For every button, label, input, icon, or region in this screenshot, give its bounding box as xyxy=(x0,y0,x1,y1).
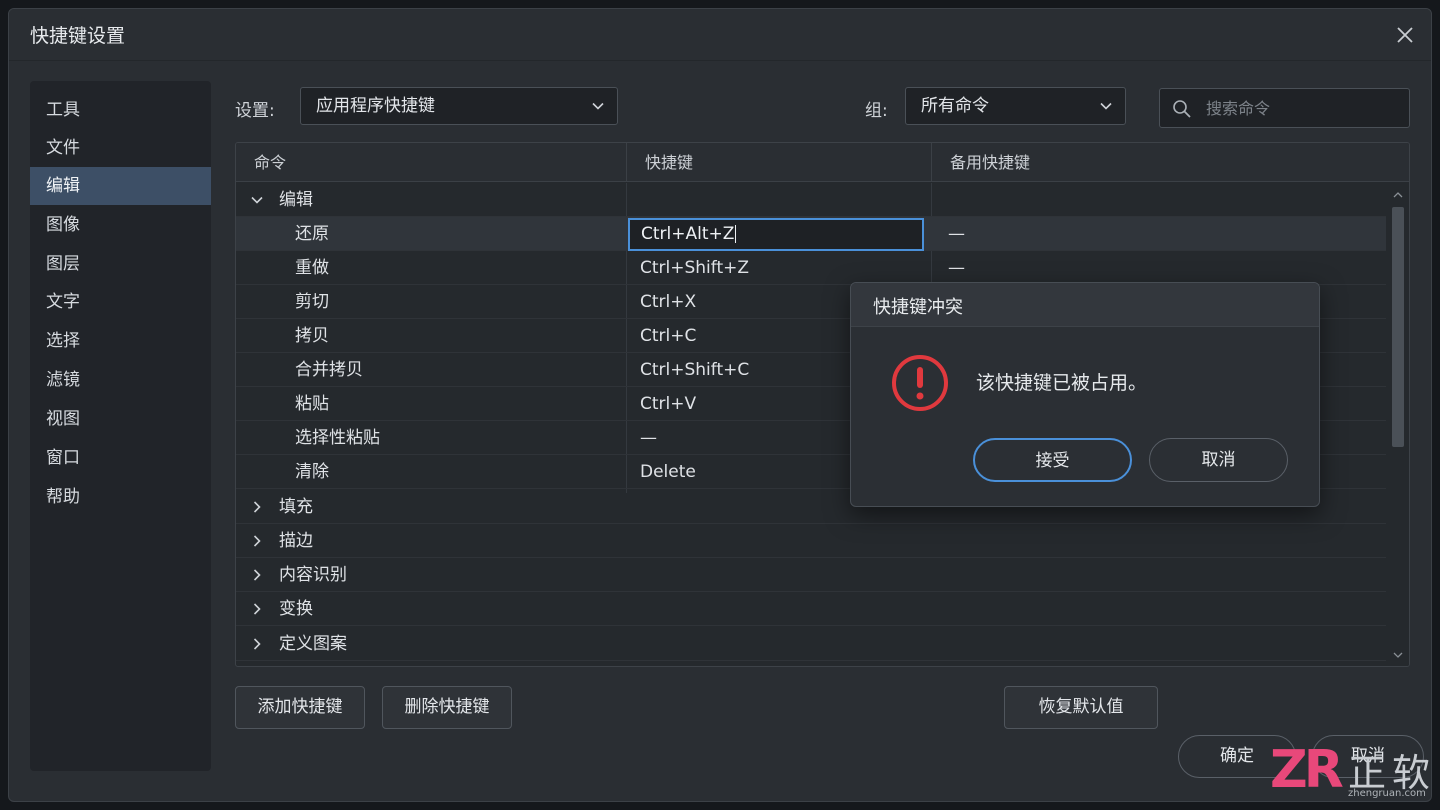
sidebar-item-filter[interactable]: 滤镜 xyxy=(30,361,211,399)
sidebar-item-tools[interactable]: 工具 xyxy=(30,91,211,129)
sidebar-item-view[interactable]: 视图 xyxy=(30,400,211,438)
command-name: 拷贝 xyxy=(295,326,329,346)
settings-dropdown-value: 应用程序快捷键 xyxy=(316,96,435,116)
search-input[interactable] xyxy=(1206,95,1396,121)
table-row[interactable]: 重做 Ctrl+Shift+Z — xyxy=(236,251,1386,285)
chevron-down-icon[interactable] xyxy=(250,193,264,207)
vertical-scrollbar[interactable] xyxy=(1386,183,1409,666)
group-label: 内容识别 xyxy=(279,565,347,585)
sidebar-item-help[interactable]: 帮助 xyxy=(30,478,211,516)
watermark-zr: ZR xyxy=(1270,740,1344,800)
title-bar: 快捷键设置 xyxy=(9,9,1431,61)
table-row-group-define-pattern[interactable]: 定义图案 xyxy=(236,627,1386,661)
table-row-group-edit[interactable]: 编辑 xyxy=(236,183,1386,217)
settings-dropdown[interactable]: 应用程序快捷键 xyxy=(300,87,618,125)
watermark-logo: ZR 正软 zhengruan.com xyxy=(1270,740,1440,810)
group-label: 组: xyxy=(865,101,888,121)
add-shortcut-button[interactable]: 添加快捷键 xyxy=(235,686,365,729)
group-label: 定义图案 xyxy=(279,634,347,654)
chevron-right-icon[interactable] xyxy=(250,602,264,616)
command-name: 还原 xyxy=(295,224,329,244)
watermark-site: zhengruan.com xyxy=(1348,788,1426,799)
search-box xyxy=(1159,88,1410,128)
table-row-group-stroke[interactable]: 描边 xyxy=(236,524,1386,558)
command-name: 粘贴 xyxy=(295,394,329,414)
command-name: 选择性粘贴 xyxy=(295,428,380,448)
category-sidebar: 工具 文件 编辑 图像 图层 文字 选择 滤镜 视图 窗口 帮助 xyxy=(30,81,211,771)
chevron-right-icon[interactable] xyxy=(250,500,264,514)
dialog-title: 快捷键冲突 xyxy=(873,297,963,318)
group-label: 填充 xyxy=(279,497,313,517)
shortcut-edit-field[interactable]: Ctrl+Alt+Z xyxy=(628,218,924,251)
sidebar-item-text[interactable]: 文字 xyxy=(30,283,211,321)
accept-button[interactable]: 接受 xyxy=(973,438,1132,482)
table-row[interactable]: 还原 Ctrl+Alt+Z — xyxy=(236,217,1386,251)
shortcut-value[interactable]: Ctrl+X xyxy=(640,285,696,319)
warning-icon xyxy=(892,355,948,411)
sidebar-item-layer[interactable]: 图层 xyxy=(30,245,211,283)
sidebar-item-file[interactable]: 文件 xyxy=(30,129,211,167)
dialog-header: 快捷键冲突 xyxy=(851,283,1319,327)
dialog-message: 该快捷键已被占用。 xyxy=(976,372,1148,394)
column-header-alt-shortcut[interactable]: 备用快捷键 xyxy=(931,143,1386,182)
scroll-up-icon[interactable] xyxy=(1392,189,1404,201)
command-name: 清除 xyxy=(295,462,329,482)
sidebar-item-edit[interactable]: 编辑 xyxy=(30,167,211,205)
group-dropdown-value: 所有命令 xyxy=(921,96,989,116)
watermark-logo-text: ZR xyxy=(1270,740,1344,800)
restore-defaults-button[interactable]: 恢复默认值 xyxy=(1004,686,1158,729)
chevron-right-icon[interactable] xyxy=(250,637,264,651)
shortcut-value[interactable]: Ctrl+Shift+C xyxy=(640,353,749,387)
group-label: 描边 xyxy=(279,531,313,551)
command-name: 重做 xyxy=(295,258,329,278)
dialog-cancel-button[interactable]: 取消 xyxy=(1149,438,1288,482)
chevron-down-icon xyxy=(592,102,604,110)
close-icon[interactable] xyxy=(1393,23,1417,47)
shortcut-value[interactable]: — xyxy=(640,421,657,455)
group-label: 编辑 xyxy=(279,190,313,210)
group-dropdown[interactable]: 所有命令 xyxy=(905,87,1126,125)
alt-shortcut[interactable]: — xyxy=(948,217,965,251)
table-row-group-content-aware[interactable]: 内容识别 xyxy=(236,558,1386,592)
alt-shortcut[interactable]: — xyxy=(948,251,965,285)
sidebar-item-window[interactable]: 窗口 xyxy=(30,439,211,477)
shortcut-value[interactable]: Delete xyxy=(640,455,696,489)
search-icon xyxy=(1173,100,1191,118)
command-name: 合并拷贝 xyxy=(295,360,363,380)
sidebar-item-image[interactable]: 图像 xyxy=(30,206,211,244)
column-header-shortcut[interactable]: 快捷键 xyxy=(626,143,931,182)
settings-label: 设置: xyxy=(235,101,275,121)
chevron-right-icon[interactable] xyxy=(250,534,264,548)
shortcut-conflict-dialog: 快捷键冲突 该快捷键已被占用。 接受 取消 xyxy=(850,282,1320,507)
shortcut-edit-value: Ctrl+Alt+Z xyxy=(641,224,735,244)
scrollbar-thumb[interactable] xyxy=(1392,207,1404,447)
sidebar-item-select[interactable]: 选择 xyxy=(30,322,211,360)
delete-shortcut-button[interactable]: 删除快捷键 xyxy=(382,686,512,729)
shortcut-value[interactable]: Ctrl+C xyxy=(640,319,696,353)
group-label: 变换 xyxy=(279,599,313,619)
command-name: 剪切 xyxy=(295,292,329,312)
table-row-group-transform[interactable]: 变换 xyxy=(236,592,1386,626)
shortcut-value[interactable]: Ctrl+V xyxy=(640,387,696,421)
text-cursor xyxy=(735,225,737,243)
table-header: 命令 快捷键 备用快捷键 xyxy=(236,143,1409,182)
shortcut-value[interactable]: Ctrl+Shift+Z xyxy=(640,251,749,285)
window-title: 快捷键设置 xyxy=(30,25,126,47)
column-header-command[interactable]: 命令 xyxy=(236,143,626,182)
scroll-down-icon[interactable] xyxy=(1392,649,1404,661)
chevron-down-icon xyxy=(1100,102,1112,110)
chevron-right-icon[interactable] xyxy=(250,568,264,582)
